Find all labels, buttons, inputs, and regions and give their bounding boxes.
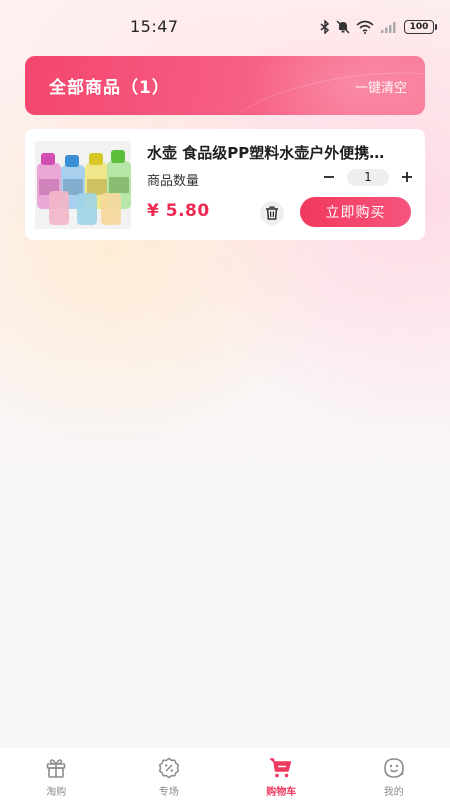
increase-quantity-button[interactable] <box>397 167 417 187</box>
discount-badge-icon <box>157 756 181 780</box>
tab-zhuanchang[interactable]: 专场 <box>113 748 226 800</box>
status-icons: 100 <box>320 18 437 36</box>
tab-label: 专场 <box>158 787 179 798</box>
bluetooth-icon <box>320 20 330 34</box>
bottom-tab-bar: 淘购 专场 购物车 我的 <box>0 748 450 800</box>
signal-icon <box>381 22 396 33</box>
decrease-quantity-button[interactable] <box>319 167 339 187</box>
quantity-label: 商品数量 <box>147 174 200 189</box>
cart-header-banner: 全部商品（1） 一键清空 <box>25 56 425 115</box>
water-bottle-image <box>35 141 131 229</box>
clear-all-button[interactable]: 一键清空 <box>355 77 407 96</box>
profile-icon <box>382 756 406 780</box>
tab-label: 购物车 <box>266 787 297 798</box>
product-name[interactable]: 水壶 食品级PP塑料水壶户外便携… <box>147 142 415 163</box>
gift-icon <box>44 756 68 780</box>
cart-icon <box>269 756 293 780</box>
mute-icon <box>336 20 350 34</box>
tab-taogou[interactable]: 淘购 <box>0 748 113 800</box>
tab-label: 淘购 <box>46 787 67 798</box>
buy-now-button[interactable]: 立即购买 <box>300 197 411 227</box>
status-bar: 15:47 100 <box>0 0 450 52</box>
cart-item: 水壶 食品级PP塑料水壶户外便携… 商品数量 1 ¥ 5.80 立即购买 <box>25 129 425 240</box>
minus-icon <box>324 176 334 178</box>
wifi-icon <box>356 20 374 34</box>
tab-cart[interactable]: 购物车 <box>225 748 338 800</box>
status-time: 15:47 <box>130 17 179 36</box>
delete-item-button[interactable] <box>260 201 284 225</box>
quantity-input[interactable]: 1 <box>347 168 389 186</box>
tab-profile[interactable]: 我的 <box>338 748 450 800</box>
product-thumbnail[interactable] <box>35 141 131 229</box>
page-title: 全部商品（1） <box>49 78 170 98</box>
tab-label: 我的 <box>383 787 404 798</box>
quantity-stepper: 1 <box>319 167 417 187</box>
battery-icon: 100 <box>404 20 437 34</box>
trash-icon <box>266 206 278 220</box>
product-price: ¥ 5.80 <box>147 201 210 221</box>
plus-icon <box>402 172 412 182</box>
